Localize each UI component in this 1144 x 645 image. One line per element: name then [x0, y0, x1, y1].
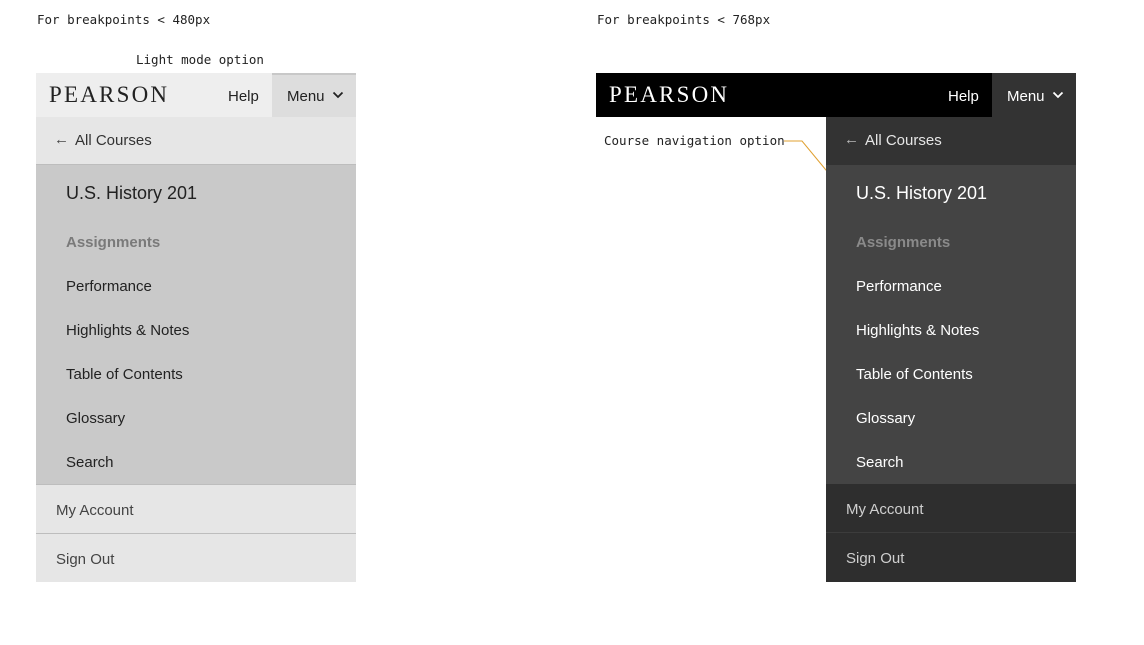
- all-courses-label: All Courses: [865, 132, 942, 149]
- back-arrow-icon: ←: [844, 131, 859, 148]
- account-divider: [826, 532, 1076, 533]
- menu-label: Menu: [287, 88, 325, 105]
- menu-button[interactable]: Menu: [992, 73, 1076, 117]
- nav-item-glossary[interactable]: Glossary: [66, 410, 125, 427]
- all-courses-link[interactable]: ← All Courses: [826, 117, 1076, 165]
- course-navigation: U.S. History 201 Assignments Performance…: [826, 165, 1076, 484]
- account-section: My Account Sign Out: [826, 484, 1076, 582]
- nav-item-search[interactable]: Search: [66, 454, 114, 471]
- all-courses-label: All Courses: [75, 132, 152, 149]
- sign-out-link[interactable]: Sign Out: [56, 551, 114, 568]
- caption-medium-breakpoint: For breakpoints < 768px: [597, 12, 771, 27]
- light-mode-menu: PEARSON Help Menu ← All Courses U.S. His…: [36, 73, 356, 582]
- course-navigation: U.S. History 201 Assignments Performance…: [36, 165, 356, 484]
- nav-item-table-of-contents[interactable]: Table of Contents: [856, 366, 973, 383]
- nav-item-performance[interactable]: Performance: [856, 278, 942, 295]
- back-arrow-icon: ←: [54, 131, 69, 148]
- my-account-link[interactable]: My Account: [56, 502, 134, 519]
- caption-course-nav: Course navigation option: [604, 133, 785, 148]
- help-link[interactable]: Help: [228, 88, 259, 105]
- nav-item-assignments[interactable]: Assignments: [66, 234, 160, 251]
- caption-light-mode: Light mode option: [136, 52, 264, 67]
- pearson-logo[interactable]: PEARSON: [49, 82, 169, 108]
- chevron-down-icon: [1052, 91, 1064, 99]
- nav-item-highlights-notes[interactable]: Highlights & Notes: [66, 322, 189, 339]
- nav-item-assignments[interactable]: Assignments: [856, 234, 950, 251]
- course-title[interactable]: U.S. History 201: [856, 183, 987, 204]
- course-title[interactable]: U.S. History 201: [66, 183, 197, 204]
- sign-out-link[interactable]: Sign Out: [846, 550, 904, 567]
- nav-item-table-of-contents[interactable]: Table of Contents: [66, 366, 183, 383]
- nav-item-performance[interactable]: Performance: [66, 278, 152, 295]
- pearson-logo[interactable]: PEARSON: [609, 82, 729, 108]
- menu-button[interactable]: Menu: [272, 73, 356, 117]
- dark-mode-menu: ← All Courses U.S. History 201 Assignmen…: [826, 117, 1076, 582]
- account-section: My Account Sign Out: [36, 484, 356, 582]
- caption-small-breakpoint: For breakpoints < 480px: [37, 12, 211, 27]
- my-account-link[interactable]: My Account: [846, 501, 924, 518]
- nav-item-search[interactable]: Search: [856, 454, 904, 471]
- help-link[interactable]: Help: [948, 88, 979, 105]
- all-courses-link[interactable]: ← All Courses: [36, 117, 356, 165]
- menu-label: Menu: [1007, 88, 1045, 105]
- header-bar: PEARSON Help Menu: [36, 73, 356, 117]
- dark-mode-header: PEARSON Help Menu: [596, 73, 1076, 117]
- nav-item-glossary[interactable]: Glossary: [856, 410, 915, 427]
- account-divider: [36, 533, 356, 534]
- chevron-down-icon: [332, 91, 344, 99]
- nav-item-highlights-notes[interactable]: Highlights & Notes: [856, 322, 979, 339]
